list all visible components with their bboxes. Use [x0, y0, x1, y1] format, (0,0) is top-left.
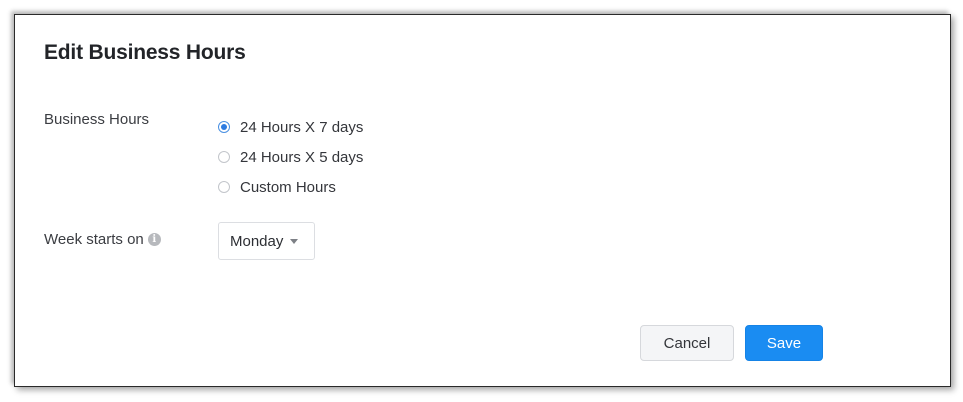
week-starts-on-row: Week starts on i: [44, 231, 161, 248]
radio-option-24x7[interactable]: 24 Hours X 7 days: [218, 112, 363, 142]
radio-button[interactable]: [218, 151, 230, 163]
week-start-selected-value: Monday: [230, 232, 284, 250]
edit-business-hours-dialog: Edit Business Hours Business Hours 24 Ho…: [14, 14, 951, 387]
caret-down-icon: [290, 239, 299, 244]
business-hours-radio-group: 24 Hours X 7 days 24 Hours X 5 days Cust…: [218, 112, 363, 202]
radio-button-checked[interactable]: [218, 121, 230, 133]
cancel-button[interactable]: Cancel: [640, 325, 734, 361]
radio-option-24x5[interactable]: 24 Hours X 5 days: [218, 142, 363, 172]
radio-button[interactable]: [218, 181, 230, 193]
radio-option-label: 24 Hours X 7 days: [240, 118, 364, 136]
week-start-dropdown[interactable]: Monday: [218, 222, 315, 260]
business-hours-label: Business Hours: [44, 111, 150, 128]
radio-option-label: 24 Hours X 5 days: [240, 148, 364, 166]
radio-option-label: Custom Hours: [240, 178, 336, 196]
dialog-title: Edit Business Hours: [44, 41, 246, 64]
radio-option-custom-hours[interactable]: Custom Hours: [218, 172, 363, 202]
stage: Edit Business Hours Business Hours 24 Ho…: [0, 0, 963, 402]
save-button[interactable]: Save: [745, 325, 823, 361]
week-starts-on-label: Week starts on: [44, 231, 144, 248]
info-icon[interactable]: i: [147, 233, 161, 246]
